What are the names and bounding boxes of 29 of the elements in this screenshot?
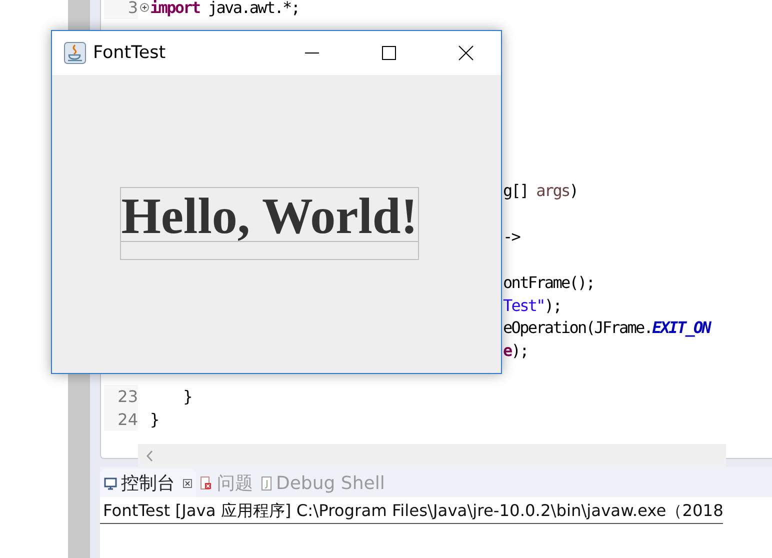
- close-icon: [458, 45, 474, 61]
- line-number: 3: [104, 0, 138, 19]
- code-line: }: [182, 387, 192, 406]
- console-tab[interactable]: 控制台: [100, 469, 196, 497]
- minimize-icon: [304, 52, 320, 54]
- console-status: FontTest [Java 应用程序] C:\Program Files\Java\jre-10.0.2\bin\javaw.exe（2018: [100, 497, 724, 524]
- console-tab[interactable]: 问题: [196, 469, 257, 497]
- code-line: ->: [503, 226, 520, 246]
- text-label: Hello, World!: [120, 187, 419, 260]
- code-line: eOperation(JFrame.EXIT_ON: [503, 318, 710, 338]
- code-line: e);: [503, 341, 528, 360]
- line-number: 24: [104, 408, 138, 431]
- page-icon: [261, 476, 272, 490]
- code-line: }: [150, 410, 158, 429]
- window-title: FontTest: [93, 43, 166, 63]
- expand-icon[interactable]: [140, 2, 148, 12]
- line-number: 23: [104, 385, 138, 408]
- monitor-icon: [104, 476, 117, 490]
- console-tab[interactable]: Debug Shell: [257, 469, 389, 497]
- close-icon[interactable]: [183, 478, 192, 488]
- scroll-left-icon[interactable]: [146, 450, 154, 462]
- code-line: import java.awt.*;: [150, 0, 300, 17]
- problems-icon: [200, 476, 213, 490]
- code-line: Test");: [503, 296, 561, 315]
- maximize-icon: [381, 45, 397, 61]
- horizontal-scrollbar[interactable]: [138, 444, 726, 468]
- code-line: g[] args): [503, 181, 578, 200]
- code-line: ontFrame();: [503, 272, 594, 292]
- coffee-cup-icon: [64, 42, 86, 64]
